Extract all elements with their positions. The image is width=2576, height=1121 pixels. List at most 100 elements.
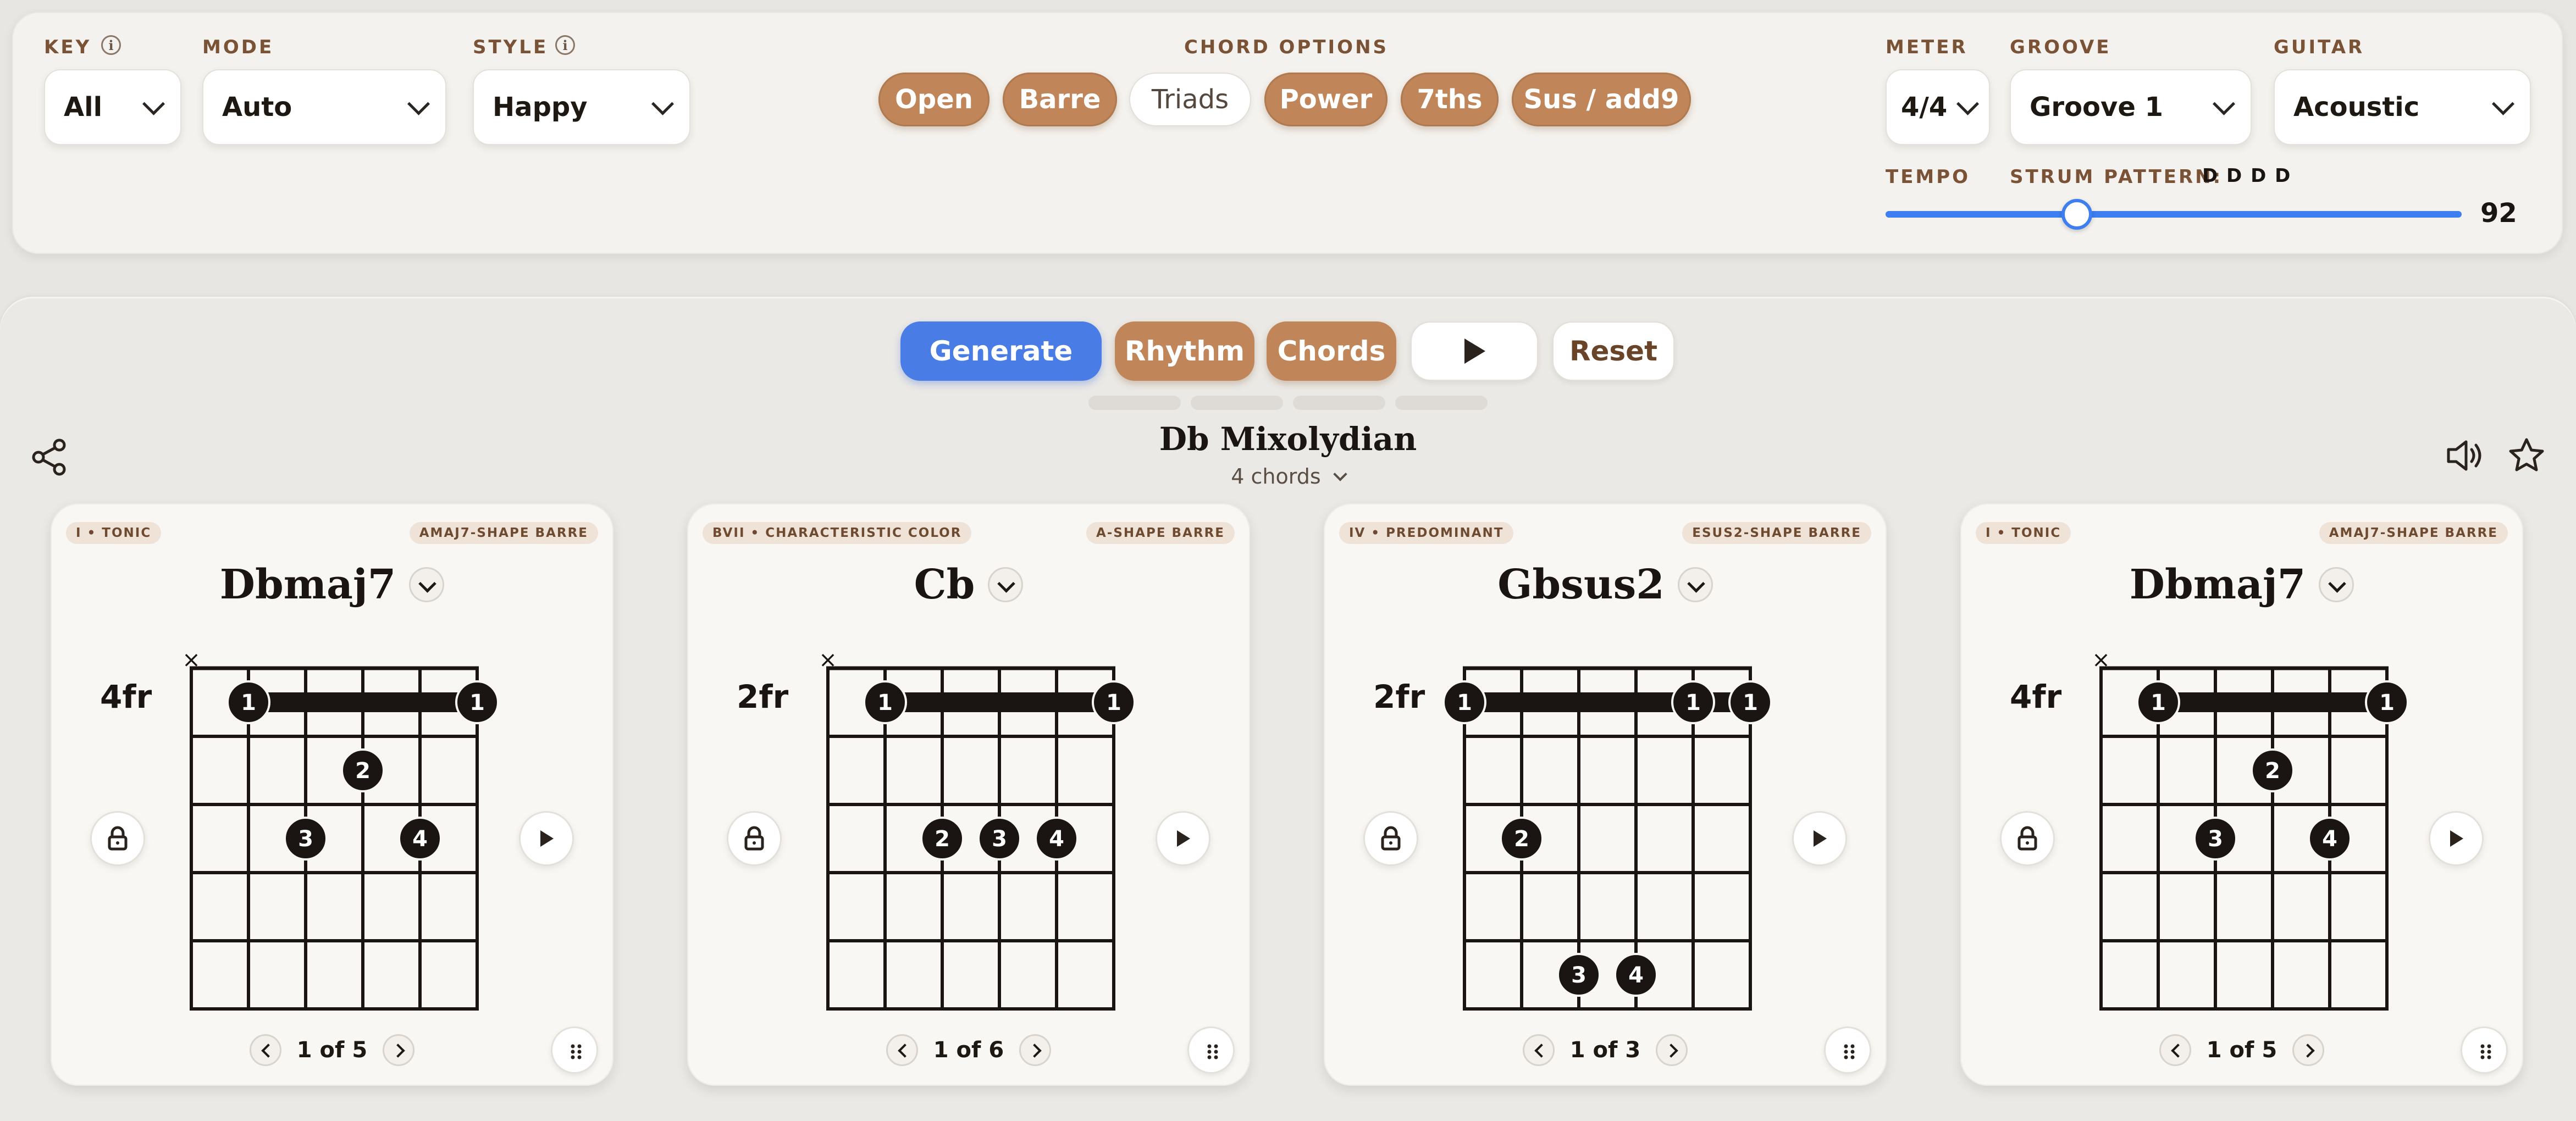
- voicing-count: 1 of 5: [296, 1037, 368, 1063]
- chord-count-toggle[interactable]: 4 chords: [1013, 464, 1563, 489]
- drag-handle-button[interactable]: [1824, 1026, 1871, 1074]
- mode-select-value: Auto: [222, 92, 292, 123]
- barre-bar: [248, 692, 477, 712]
- chord-option-power[interactable]: Power: [1264, 73, 1387, 126]
- rhythm-button[interactable]: Rhythm: [1115, 321, 1254, 381]
- prev-voicing-chevron-icon[interactable]: [886, 1034, 918, 1066]
- drag-handle-button[interactable]: [2461, 1026, 2508, 1074]
- favorite-star-icon[interactable]: [2507, 436, 2546, 476]
- chord-option-open[interactable]: Open: [878, 73, 990, 126]
- svg-text:1: 1: [877, 690, 893, 715]
- play-chord-button[interactable]: [519, 811, 574, 866]
- prev-voicing-chevron-icon[interactable]: [1522, 1034, 1555, 1066]
- finger-dot: 1: [1092, 680, 1136, 724]
- finger-dot: 1: [1671, 680, 1715, 724]
- tempo-slider-track[interactable]: [1886, 211, 2462, 218]
- drag-grip-icon: [571, 1044, 582, 1059]
- finger-dot: 4: [1035, 817, 1079, 861]
- next-voicing-chevron-icon[interactable]: [383, 1034, 415, 1066]
- progress-segment: [1088, 396, 1181, 410]
- style-select[interactable]: Happy: [473, 69, 690, 145]
- svg-text:4: 4: [1628, 963, 1644, 988]
- chord-option-triads[interactable]: Triads: [1129, 73, 1251, 126]
- groove-select-value: Groove 1: [2030, 92, 2163, 123]
- meter-select[interactable]: 4/4: [1886, 69, 1990, 145]
- finger-dot: 3: [2193, 817, 2237, 861]
- key-info-icon[interactable]: i: [101, 35, 121, 55]
- chord-function-tag: BVII • CHARACTERISTIC COLOR: [703, 522, 972, 544]
- style-label: STYLE: [473, 36, 549, 58]
- svg-text:3: 3: [1571, 963, 1586, 988]
- prev-voicing-chevron-icon[interactable]: [249, 1034, 281, 1066]
- next-voicing-chevron-icon[interactable]: [1019, 1034, 1052, 1066]
- share-icon[interactable]: [30, 437, 69, 477]
- mode-label: MODE: [202, 36, 274, 58]
- lock-chord-button[interactable]: [2000, 811, 2055, 866]
- lock-chord-button[interactable]: [1363, 811, 1418, 866]
- tempo-label: TEMPO: [1886, 166, 1971, 188]
- svg-text:2: 2: [935, 826, 950, 852]
- chord-shape-tag: AMAJ7-SHAPE BARRE: [2319, 522, 2508, 544]
- chord-card: IV • PREDOMINANT ESUS2-SHAPE BARRE Gbsus2 2…: [1324, 503, 1887, 1086]
- finger-dot: 4: [1614, 953, 1658, 997]
- play-chord-button[interactable]: [1792, 811, 1847, 866]
- tempo-slider-thumb[interactable]: [2061, 199, 2092, 230]
- guitar-select-value: Acoustic: [2293, 92, 2420, 123]
- drag-handle-button[interactable]: [1187, 1026, 1235, 1074]
- guitar-select[interactable]: Acoustic: [2274, 69, 2531, 145]
- chevron-down-icon: [2212, 92, 2236, 115]
- chord-option-label: Sus / add9: [1523, 84, 1679, 115]
- lock-chord-button[interactable]: [727, 811, 782, 866]
- drag-handle-button[interactable]: [551, 1026, 598, 1074]
- finger-dot: 3: [1557, 953, 1601, 997]
- chord-shape-tag: A-SHAPE BARRE: [1086, 522, 1235, 544]
- chord-option-7ths[interactable]: 7ths: [1401, 73, 1499, 126]
- next-voicing-chevron-icon[interactable]: [1656, 1034, 1688, 1066]
- reset-label: Reset: [1569, 335, 1657, 367]
- chords-button[interactable]: Chords: [1267, 321, 1396, 381]
- svg-text:1: 1: [1106, 690, 1121, 715]
- play-button[interactable]: [1411, 321, 1538, 381]
- groove-label: GROOVE: [2010, 36, 2111, 58]
- drag-grip-icon: [1844, 1044, 1855, 1059]
- play-chord-button[interactable]: [2429, 811, 2484, 866]
- next-voicing-chevron-icon[interactable]: [2292, 1034, 2325, 1066]
- volume-icon[interactable]: [2445, 437, 2485, 474]
- chord-shape-tag: ESUS2-SHAPE BARRE: [1682, 522, 1871, 544]
- chord-variant-chevron-icon[interactable]: [1677, 567, 1713, 602]
- chord-name-row: Dbmaj7: [51, 561, 613, 608]
- voicing-pager: 1 of 6: [859, 1034, 1079, 1066]
- chord-variant-chevron-icon[interactable]: [988, 567, 1024, 602]
- reset-button[interactable]: Reset: [1552, 321, 1674, 381]
- svg-text:1: 1: [241, 690, 256, 715]
- svg-text:1: 1: [1457, 690, 1472, 715]
- progression-title: Db Mixolydian: [1159, 420, 1417, 458]
- svg-text:1: 1: [2151, 690, 2166, 715]
- finger-dot: 1: [2136, 680, 2180, 724]
- chord-option-label: Triads: [1151, 84, 1229, 115]
- voicing-pager: 1 of 5: [2132, 1034, 2352, 1066]
- progress-segment: [1191, 396, 1283, 410]
- chord-diagram: 1 1 1 2 3 4: [1442, 666, 1772, 1011]
- generate-button[interactable]: Generate: [900, 321, 1102, 381]
- lock-chord-button[interactable]: [90, 811, 145, 866]
- play-chord-button[interactable]: [1156, 811, 1210, 866]
- groove-select[interactable]: Groove 1: [2010, 69, 2252, 145]
- style-info-icon[interactable]: i: [555, 35, 575, 55]
- svg-text:1: 1: [2379, 690, 2395, 715]
- chevron-down-icon: [2491, 92, 2515, 115]
- style-select-value: Happy: [493, 92, 588, 123]
- tempo-value: 92: [2480, 198, 2517, 229]
- chord-variant-chevron-icon[interactable]: [409, 567, 445, 602]
- mode-select[interactable]: Auto: [202, 69, 446, 145]
- chord-variant-chevron-icon[interactable]: [2319, 567, 2354, 602]
- chord-option-barre[interactable]: Barre: [1003, 73, 1117, 126]
- chevron-down-icon: [142, 92, 165, 115]
- chord-option-sus-add9[interactable]: Sus / add9: [1512, 73, 1691, 126]
- key-select[interactable]: All: [44, 69, 181, 145]
- chord-name: Cb: [914, 561, 975, 608]
- chevron-down-icon: [651, 92, 675, 115]
- prev-voicing-chevron-icon[interactable]: [2159, 1034, 2191, 1066]
- strum-pattern-value: D D D D: [2202, 165, 2292, 187]
- finger-dot: 1: [863, 680, 907, 724]
